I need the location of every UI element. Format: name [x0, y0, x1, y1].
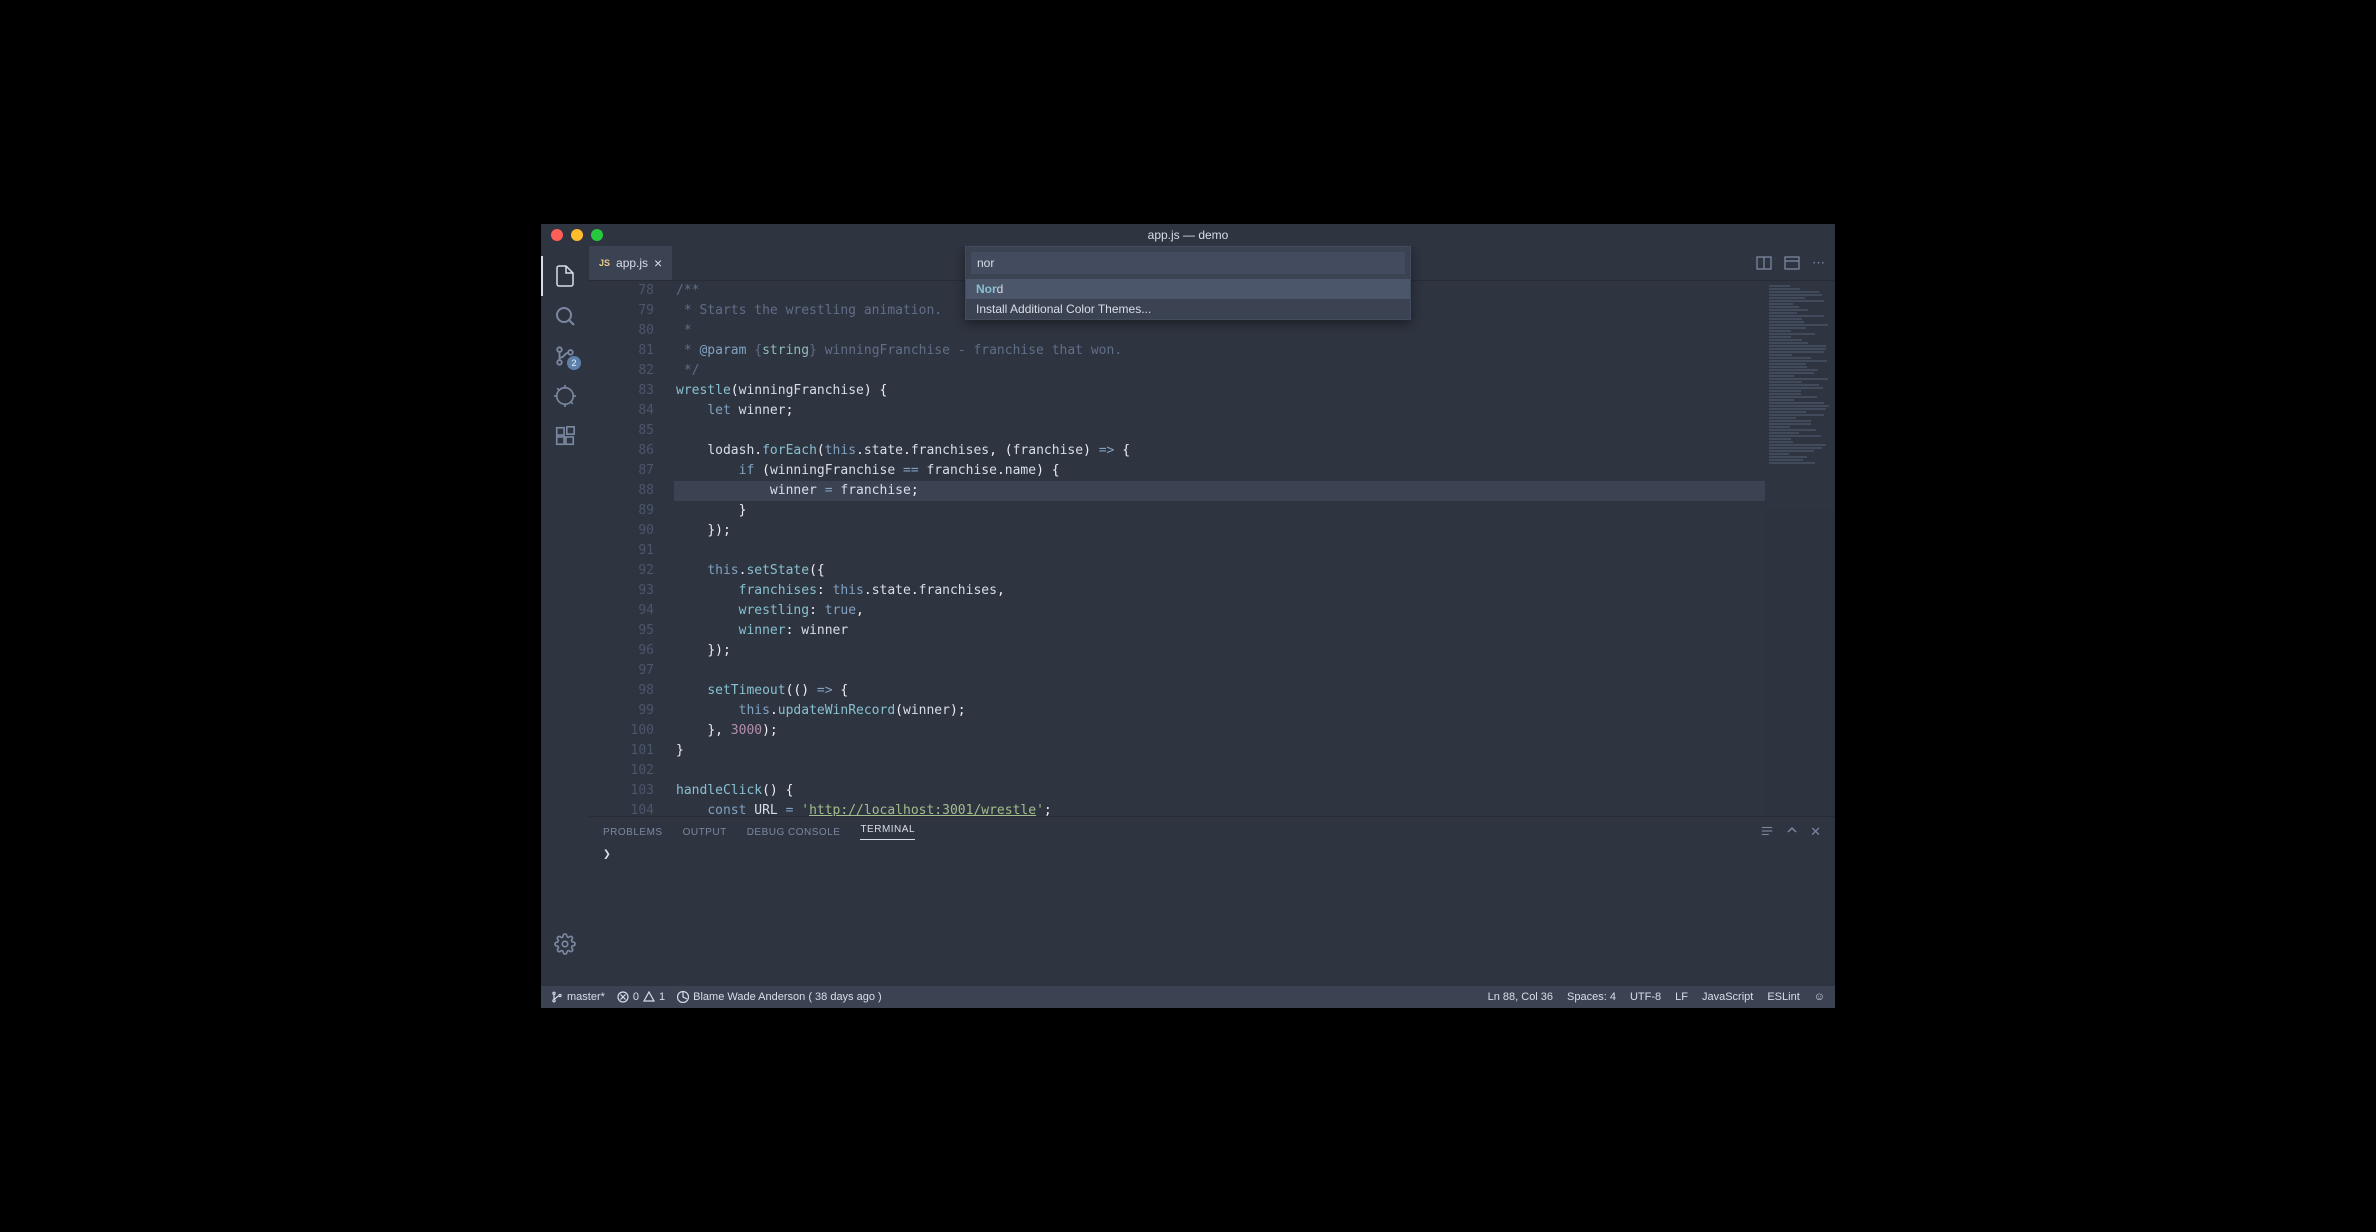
window-close-button[interactable]: [551, 229, 563, 241]
language-mode-status[interactable]: JavaScript: [1702, 991, 1753, 1003]
terminal-body[interactable]: ❯: [589, 847, 1835, 986]
js-file-icon: JS: [599, 258, 610, 268]
window-title: app.js — demo: [1148, 228, 1229, 242]
tab-label: app.js: [616, 256, 648, 270]
git-branch-status[interactable]: master*: [551, 991, 605, 1003]
theme-search-input[interactable]: [971, 252, 1405, 274]
panel-tab-debug-console[interactable]: DEBUG CONSOLE: [747, 827, 841, 838]
eslint-status[interactable]: ESLint: [1767, 991, 1799, 1003]
panel-maximize-icon[interactable]: [1786, 824, 1798, 840]
eol-status[interactable]: LF: [1675, 991, 1688, 1003]
cursor-position-status[interactable]: Ln 88, Col 36: [1488, 991, 1553, 1003]
quick-input-results: Nord Install Additional Color Themes...: [966, 279, 1410, 319]
terminal-prompt: ❯: [589, 847, 1835, 862]
indentation-status[interactable]: Spaces: 4: [1567, 991, 1616, 1003]
window-minimize-button[interactable]: [571, 229, 583, 241]
status-bar: master* 0 1 Blame Wade Anderson ( 38 day…: [541, 986, 1835, 1008]
minimap[interactable]: [1765, 281, 1835, 816]
layout-icon[interactable]: [1784, 255, 1800, 271]
settings-gear-icon[interactable]: [541, 924, 589, 964]
quick-input-widget: Nord Install Additional Color Themes...: [965, 246, 1411, 320]
panel-close-icon[interactable]: ✕: [1810, 824, 1821, 840]
panel-tab-problems[interactable]: PROBLEMS: [603, 827, 663, 838]
feedback-icon[interactable]: ☺: [1814, 991, 1825, 1003]
split-editor-icon[interactable]: [1756, 255, 1772, 271]
panel-tab-terminal[interactable]: TERMINAL: [860, 824, 915, 840]
git-blame-status[interactable]: Blame Wade Anderson ( 38 days ago ): [677, 991, 882, 1003]
editor-content[interactable]: 7879808182838485868788899091929394959697…: [589, 281, 1835, 816]
encoding-status[interactable]: UTF-8: [1630, 991, 1661, 1003]
more-actions-icon[interactable]: ⋯: [1812, 255, 1825, 271]
panel-tab-output[interactable]: OUTPUT: [683, 827, 727, 838]
panel-kill-icon[interactable]: [1760, 824, 1774, 840]
problems-status[interactable]: 0 1: [617, 991, 665, 1003]
window-maximize-button[interactable]: [591, 229, 603, 241]
install-additional-themes[interactable]: Install Additional Color Themes...: [966, 299, 1410, 319]
title-bar: app.js — demo: [541, 224, 1835, 246]
theme-option-nord[interactable]: Nord: [966, 279, 1410, 299]
code-area[interactable]: /** * Starts the wrestling animation. * …: [674, 281, 1765, 816]
tab-app-js[interactable]: JS app.js ×: [589, 246, 672, 280]
activity-bar: 2: [541, 246, 589, 986]
scm-badge: 2: [567, 356, 581, 370]
line-gutter: 7879808182838485868788899091929394959697…: [589, 281, 674, 816]
extensions-icon[interactable]: [541, 416, 589, 456]
close-tab-icon[interactable]: ×: [654, 255, 662, 271]
app-window: app.js — demo 2 JS: [541, 224, 1835, 1008]
source-control-icon[interactable]: 2: [541, 336, 589, 376]
explorer-icon[interactable]: [541, 256, 589, 296]
bottom-panel: PROBLEMS OUTPUT DEBUG CONSOLE TERMINAL ✕: [589, 816, 1835, 986]
search-icon[interactable]: [541, 296, 589, 336]
debug-icon[interactable]: [541, 376, 589, 416]
